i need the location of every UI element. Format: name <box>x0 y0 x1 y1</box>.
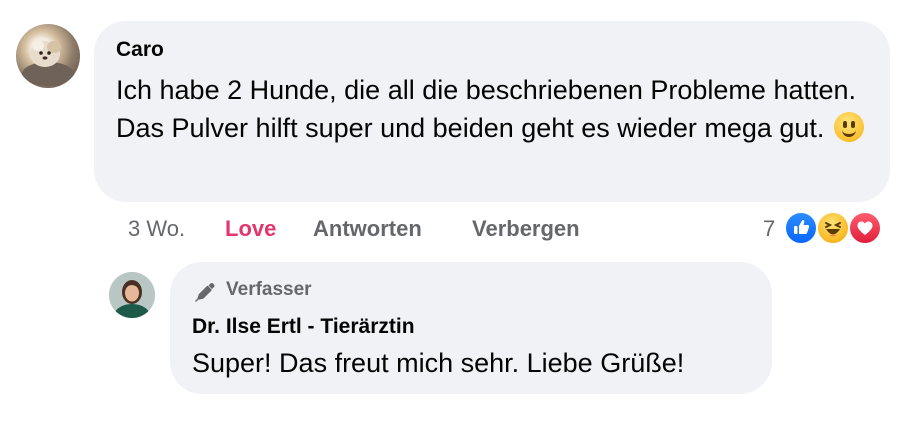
pen-icon <box>195 282 215 302</box>
author-badge-label: Verfasser <box>226 279 312 300</box>
reply-button[interactable]: Antworten <box>313 217 422 241</box>
avatar-person-image <box>109 272 155 318</box>
reply-text: Super! Das freut mich sehr. Liebe Grüße! <box>192 348 685 378</box>
reply-author[interactable]: Dr. Ilse Ertl - Tierärztin <box>192 315 415 339</box>
smiley-emoji-icon <box>834 112 865 142</box>
avatar-dr-ilse-ertl[interactable] <box>109 272 155 318</box>
hide-button[interactable]: Verbergen <box>472 217 580 241</box>
comment-timestamp[interactable]: 3 Wo. <box>128 217 185 241</box>
comment-bubble: Caro Ich habe 2 Hunde, die all die besch… <box>94 21 890 202</box>
reaction-count[interactable]: 7 <box>763 217 775 241</box>
haha-reaction-icon[interactable] <box>816 211 850 245</box>
comment-author[interactable]: Caro <box>116 38 164 62</box>
avatar-dog-image <box>22 41 74 86</box>
love-reaction-button[interactable]: Love <box>225 217 276 241</box>
love-reaction-icon[interactable] <box>848 211 882 245</box>
comment-text-body: Ich habe 2 Hunde, die all die beschriebe… <box>116 75 857 143</box>
reply-bubble: Verfasser Dr. Ilse Ertl - Tierärztin Sup… <box>170 262 772 394</box>
like-reaction-icon[interactable] <box>784 211 818 245</box>
comment-text: Ich habe 2 Hunde, die all die beschriebe… <box>116 71 876 147</box>
avatar-caro[interactable] <box>16 24 80 88</box>
